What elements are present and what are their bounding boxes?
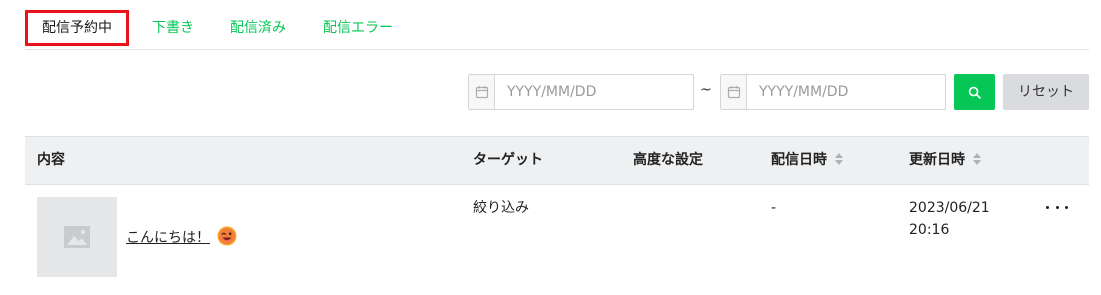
row-updated-time: 20:16	[909, 222, 950, 238]
status-tabs: 配信予約中 下書き 配信済み 配信エラー	[25, 0, 1089, 50]
calendar-icon[interactable]	[721, 75, 747, 109]
column-target: ターゲット	[473, 152, 543, 168]
calendar-icon[interactable]	[469, 75, 495, 109]
message-content-link[interactable]: こんにちは！	[126, 227, 210, 247]
column-updated-datetime[interactable]: 更新日時	[909, 137, 981, 184]
reset-button[interactable]: リセット	[1003, 74, 1089, 110]
message-thumbnail[interactable]	[37, 197, 117, 277]
sort-icon[interactable]	[973, 153, 981, 165]
end-date-input[interactable]	[747, 75, 945, 109]
column-updated-datetime-label: 更新日時	[909, 152, 965, 168]
image-placeholder-icon	[64, 226, 90, 248]
search-icon	[968, 86, 981, 99]
column-delivery-datetime[interactable]: 配信日時	[771, 137, 843, 184]
column-advanced-settings: 高度な設定	[633, 152, 703, 168]
tab-scheduled[interactable]: 配信予約中	[25, 10, 129, 46]
ellipsis-icon	[1046, 205, 1049, 209]
tab-errors[interactable]: 配信エラー	[323, 10, 393, 46]
tab-sent[interactable]: 配信済み	[230, 10, 286, 46]
start-date-picker[interactable]	[468, 74, 694, 110]
row-delivery-datetime: -	[771, 200, 777, 216]
column-delivery-datetime-label: 配信日時	[771, 152, 827, 168]
search-button[interactable]	[954, 74, 995, 110]
message-list-page: 配信予約中 下書き 配信済み 配信エラー ~	[0, 0, 1101, 295]
ellipsis-icon	[1065, 205, 1068, 209]
ellipsis-icon	[1055, 205, 1059, 209]
table-header: 内容 ターゲット 高度な設定 配信日時 更新日時	[25, 136, 1089, 185]
table-row: こんにちは！ 絞り込み - 2023/06/21 20:16	[25, 185, 1089, 295]
end-date-picker[interactable]	[720, 74, 946, 110]
date-range-separator: ~	[700, 82, 712, 98]
column-content: 内容	[37, 152, 65, 168]
start-date-input[interactable]	[495, 75, 693, 109]
sort-icon[interactable]	[835, 153, 843, 165]
row-updated-date: 2023/06/21	[909, 200, 990, 216]
winking-face-emoji-icon	[217, 226, 237, 246]
row-target: 絞り込み	[473, 200, 529, 216]
more-options-button[interactable]	[1046, 197, 1068, 217]
tab-drafts[interactable]: 下書き	[152, 10, 194, 46]
